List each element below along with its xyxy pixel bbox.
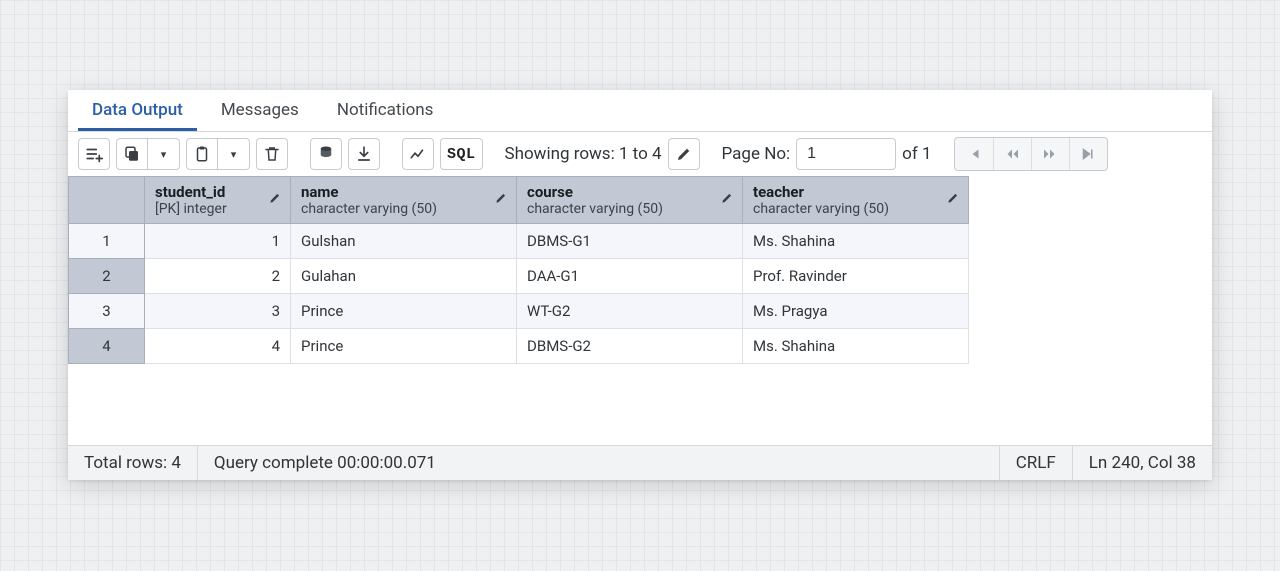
download-icon xyxy=(355,145,373,163)
cell-name[interactable]: Prince xyxy=(291,329,517,364)
chart-line-icon xyxy=(409,145,427,163)
cell-course[interactable]: DBMS-G1 xyxy=(517,224,743,259)
page-number-label: Page No: xyxy=(722,144,791,164)
clipboard-icon xyxy=(193,145,211,163)
chevron-down-icon: ▾ xyxy=(161,148,167,161)
expand-panel-button[interactable] xyxy=(1182,115,1202,131)
copy-dropdown-button[interactable]: ▾ xyxy=(148,138,180,170)
results-toolbar: ▾ ▾ SQL Showing rows: 1 to 4 xyxy=(68,132,1212,176)
page-nav xyxy=(954,137,1108,171)
column-type: character varying (50) xyxy=(753,201,958,217)
pencil-icon[interactable] xyxy=(946,191,960,209)
last-page-button[interactable] xyxy=(1069,138,1107,170)
column-name: name xyxy=(301,183,506,201)
database-save-icon xyxy=(317,145,335,163)
cell-name[interactable]: Gulshan xyxy=(291,224,517,259)
next-icon xyxy=(1041,145,1059,163)
table-row[interactable]: 2 2 Gulahan DAA-G1 Prof. Ravinder xyxy=(69,259,969,294)
pencil-icon[interactable] xyxy=(494,191,508,209)
column-header-course[interactable]: course character varying (50) xyxy=(517,177,743,224)
copy-icon xyxy=(123,145,141,163)
trash-icon xyxy=(263,145,281,163)
status-bar: Total rows: 4 Query complete 00:00:00.07… xyxy=(68,445,1212,480)
cell-name[interactable]: Gulahan xyxy=(291,259,517,294)
table-row[interactable]: 1 1 Gulshan DBMS-G1 Ms. Shahina xyxy=(69,224,969,259)
results-table: student_id [PK] integer name character v… xyxy=(68,176,969,364)
paste-dropdown-button[interactable]: ▾ xyxy=(218,138,250,170)
column-type: character varying (50) xyxy=(527,201,732,217)
column-type: [PK] integer xyxy=(155,201,280,217)
rows-showing-label: Showing rows: 1 to 4 xyxy=(505,144,662,164)
tab-messages[interactable]: Messages xyxy=(207,90,313,131)
tab-data-output[interactable]: Data Output xyxy=(78,90,197,131)
status-query-time: Query complete 00:00:00.071 xyxy=(198,446,452,480)
column-type: character varying (50) xyxy=(301,201,506,217)
results-panel: Data Output Messages Notifications ▾ ▾ xyxy=(68,90,1212,480)
tab-bar: Data Output Messages Notifications xyxy=(68,90,1212,132)
cell-student_id[interactable]: 3 xyxy=(145,294,291,329)
table-row[interactable]: 3 3 Prince WT-G2 Ms. Pragya xyxy=(69,294,969,329)
tab-notifications[interactable]: Notifications xyxy=(323,90,448,131)
grid-corner[interactable] xyxy=(69,177,145,224)
chevron-down-icon: ▾ xyxy=(231,148,237,161)
row-number[interactable]: 1 xyxy=(69,224,145,259)
page-of-label: of 1 xyxy=(902,144,931,164)
cell-teacher[interactable]: Prof. Ravinder xyxy=(743,259,969,294)
cell-teacher[interactable]: Ms. Shahina xyxy=(743,329,969,364)
cell-course[interactable]: DBMS-G2 xyxy=(517,329,743,364)
page-number-input[interactable] xyxy=(796,138,896,170)
column-header-student_id[interactable]: student_id [PK] integer xyxy=(145,177,291,224)
row-number[interactable]: 4 xyxy=(69,329,145,364)
row-number[interactable]: 3 xyxy=(69,294,145,329)
pencil-icon[interactable] xyxy=(720,191,734,209)
column-header-name[interactable]: name character varying (50) xyxy=(291,177,517,224)
status-line-ending[interactable]: CRLF xyxy=(999,446,1072,480)
first-page-icon xyxy=(965,145,983,163)
column-header-teacher[interactable]: teacher character varying (50) xyxy=(743,177,969,224)
save-data-button[interactable] xyxy=(310,138,342,170)
column-name: student_id xyxy=(155,183,280,201)
column-name: course xyxy=(527,183,732,201)
table-row[interactable]: 4 4 Prince DBMS-G2 Ms. Shahina xyxy=(69,329,969,364)
cell-course[interactable]: WT-G2 xyxy=(517,294,743,329)
status-cursor-position: Ln 240, Col 38 xyxy=(1072,446,1212,480)
first-page-button[interactable] xyxy=(955,138,993,170)
prev-icon xyxy=(1003,145,1021,163)
view-sql-button[interactable]: SQL xyxy=(440,138,483,170)
cell-course[interactable]: DAA-G1 xyxy=(517,259,743,294)
pencil-icon[interactable] xyxy=(268,191,282,209)
add-row-button[interactable] xyxy=(78,138,110,170)
cell-teacher[interactable]: Ms. Shahina xyxy=(743,224,969,259)
download-button[interactable] xyxy=(348,138,380,170)
sql-icon: SQL xyxy=(447,146,476,163)
cell-teacher[interactable]: Ms. Pragya xyxy=(743,294,969,329)
cell-student_id[interactable]: 2 xyxy=(145,259,291,294)
cell-student_id[interactable]: 1 xyxy=(145,224,291,259)
column-name: teacher xyxy=(753,183,958,201)
row-number[interactable]: 2 xyxy=(69,259,145,294)
paste-button[interactable] xyxy=(186,138,218,170)
status-total-rows: Total rows: 4 xyxy=(68,446,198,480)
cell-student_id[interactable]: 4 xyxy=(145,329,291,364)
next-page-button[interactable] xyxy=(1031,138,1069,170)
last-page-icon xyxy=(1079,145,1097,163)
prev-page-button[interactable] xyxy=(993,138,1031,170)
add-row-icon xyxy=(85,145,103,163)
edit-range-button[interactable] xyxy=(668,138,700,170)
pencil-icon xyxy=(675,145,693,163)
copy-button[interactable] xyxy=(116,138,148,170)
delete-row-button[interactable] xyxy=(256,138,288,170)
graph-visualize-button[interactable] xyxy=(402,138,434,170)
cell-name[interactable]: Prince xyxy=(291,294,517,329)
data-grid[interactable]: student_id [PK] integer name character v… xyxy=(68,176,1212,445)
